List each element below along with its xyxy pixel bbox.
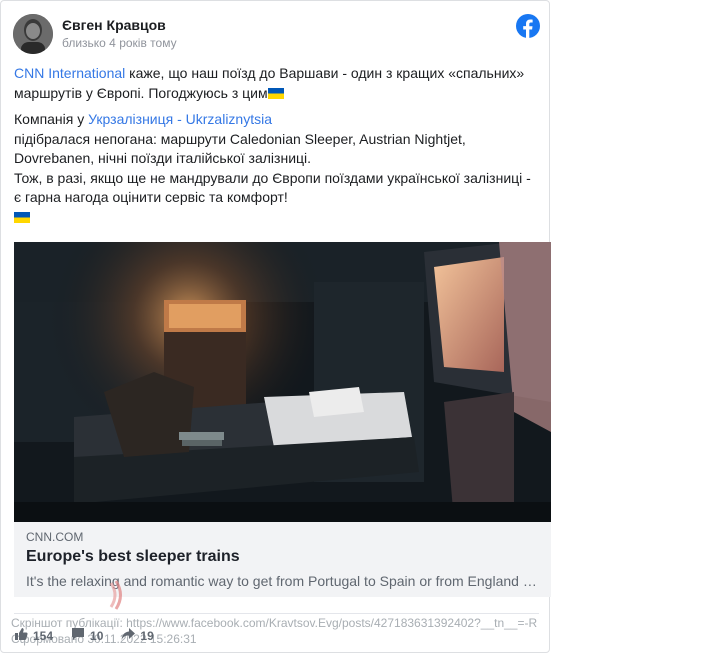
author-avatar[interactable] <box>13 14 53 54</box>
ukraine-flag-icon <box>267 87 284 99</box>
facebook-post-card: Євген Кравцов близько 4 років тому CNN I… <box>0 0 551 653</box>
comments-stat[interactable]: 10 <box>71 627 103 644</box>
paragraph-2-prefix: Компанія у <box>14 111 89 127</box>
post-stats: 154 10 19 <box>14 627 154 644</box>
author-name[interactable]: Євген Кравцов <box>62 17 166 33</box>
likes-stat[interactable]: 154 <box>14 627 53 644</box>
share-arrow-icon <box>121 627 136 644</box>
post-body: CNN International каже, що наш поїзд до … <box>14 64 539 227</box>
link-preview-box[interactable]: CNN.COM Europe's best sleeper trains It'… <box>14 522 551 597</box>
watermark-logo-icon <box>105 579 127 611</box>
shares-stat[interactable]: 19 <box>121 627 154 644</box>
facebook-logo-icon[interactable] <box>516 14 540 38</box>
comment-icon <box>71 627 85 644</box>
cnn-international-link[interactable]: CNN International <box>14 65 125 81</box>
post-paragraph-1: CNN International каже, що наш поїзд до … <box>14 64 539 103</box>
link-title[interactable]: Europe's best sleeper trains <box>26 548 240 566</box>
post-timestamp[interactable]: близько 4 років тому <box>62 36 177 50</box>
link-preview-image[interactable] <box>14 242 551 522</box>
shares-count: 19 <box>140 628 154 643</box>
link-domain: CNN.COM <box>26 530 84 544</box>
ukrzaliznytsia-link[interactable]: Укрзалізниця - Ukrzaliznytsia <box>88 111 272 127</box>
thumbs-up-icon <box>14 627 28 644</box>
likes-count: 154 <box>33 628 54 643</box>
comments-count: 10 <box>90 628 104 643</box>
link-description: It's the relaxing and romantic way to ge… <box>26 573 538 589</box>
paragraph-2-text: підібралася непогана: маршрути Caledonia… <box>14 130 466 167</box>
ukraine-flag-icon <box>14 211 30 223</box>
paragraph-3-text: Тож, в разі, якщо ще не мандрували до Єв… <box>14 169 531 206</box>
post-paragraph-2: Компанія у Укрзалізниця - Ukrzaliznytsia… <box>14 110 539 227</box>
stats-divider <box>14 613 539 614</box>
